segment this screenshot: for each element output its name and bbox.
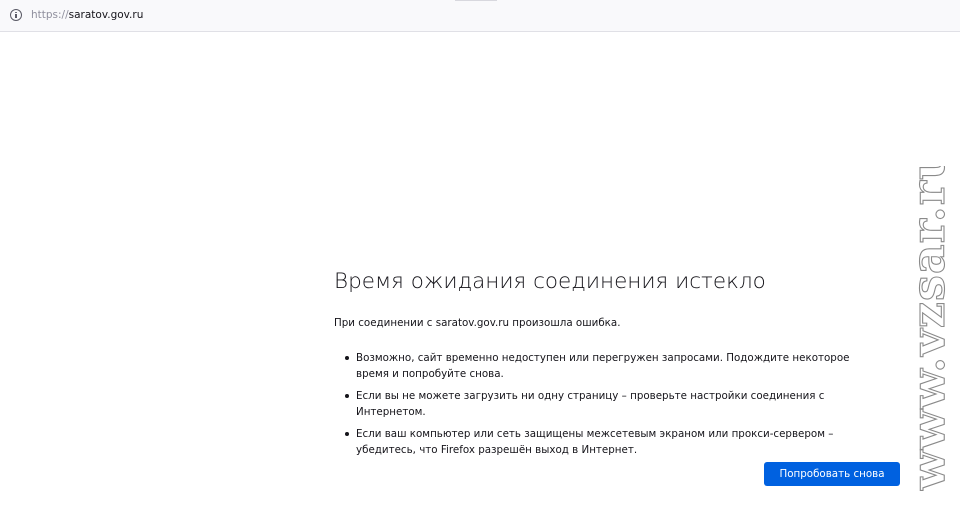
error-content: Время ожидания соединения истекло При со…	[334, 262, 900, 464]
url-text[interactable]: https://saratov.gov.ru	[31, 8, 143, 22]
watermark-logo: www.vzsar.ru	[906, 166, 956, 492]
error-title: Время ожидания соединения истекло	[334, 269, 766, 294]
error-description: При соединении с saratov.gov.ru произошл…	[334, 317, 621, 329]
try-again-button[interactable]: Попробовать снова	[764, 462, 900, 486]
watermark-text: www.vzsar.ru	[906, 166, 955, 491]
suggestion-item: Если вы не можете загрузить ни одну стра…	[345, 388, 876, 420]
url-host: saratov.gov.ru	[68, 9, 144, 21]
address-bar[interactable]: https://saratov.gov.ru	[0, 0, 960, 32]
suggestion-item: Возможно, сайт временно недоступен или п…	[345, 350, 876, 382]
suggestion-item: Если ваш компьютер или сеть защищены меж…	[345, 426, 876, 458]
suggestion-list: Возможно, сайт временно недоступен или п…	[334, 350, 900, 458]
tab-strip-divider	[455, 0, 497, 1]
url-scheme: https://	[31, 9, 69, 21]
info-icon[interactable]	[10, 9, 22, 21]
